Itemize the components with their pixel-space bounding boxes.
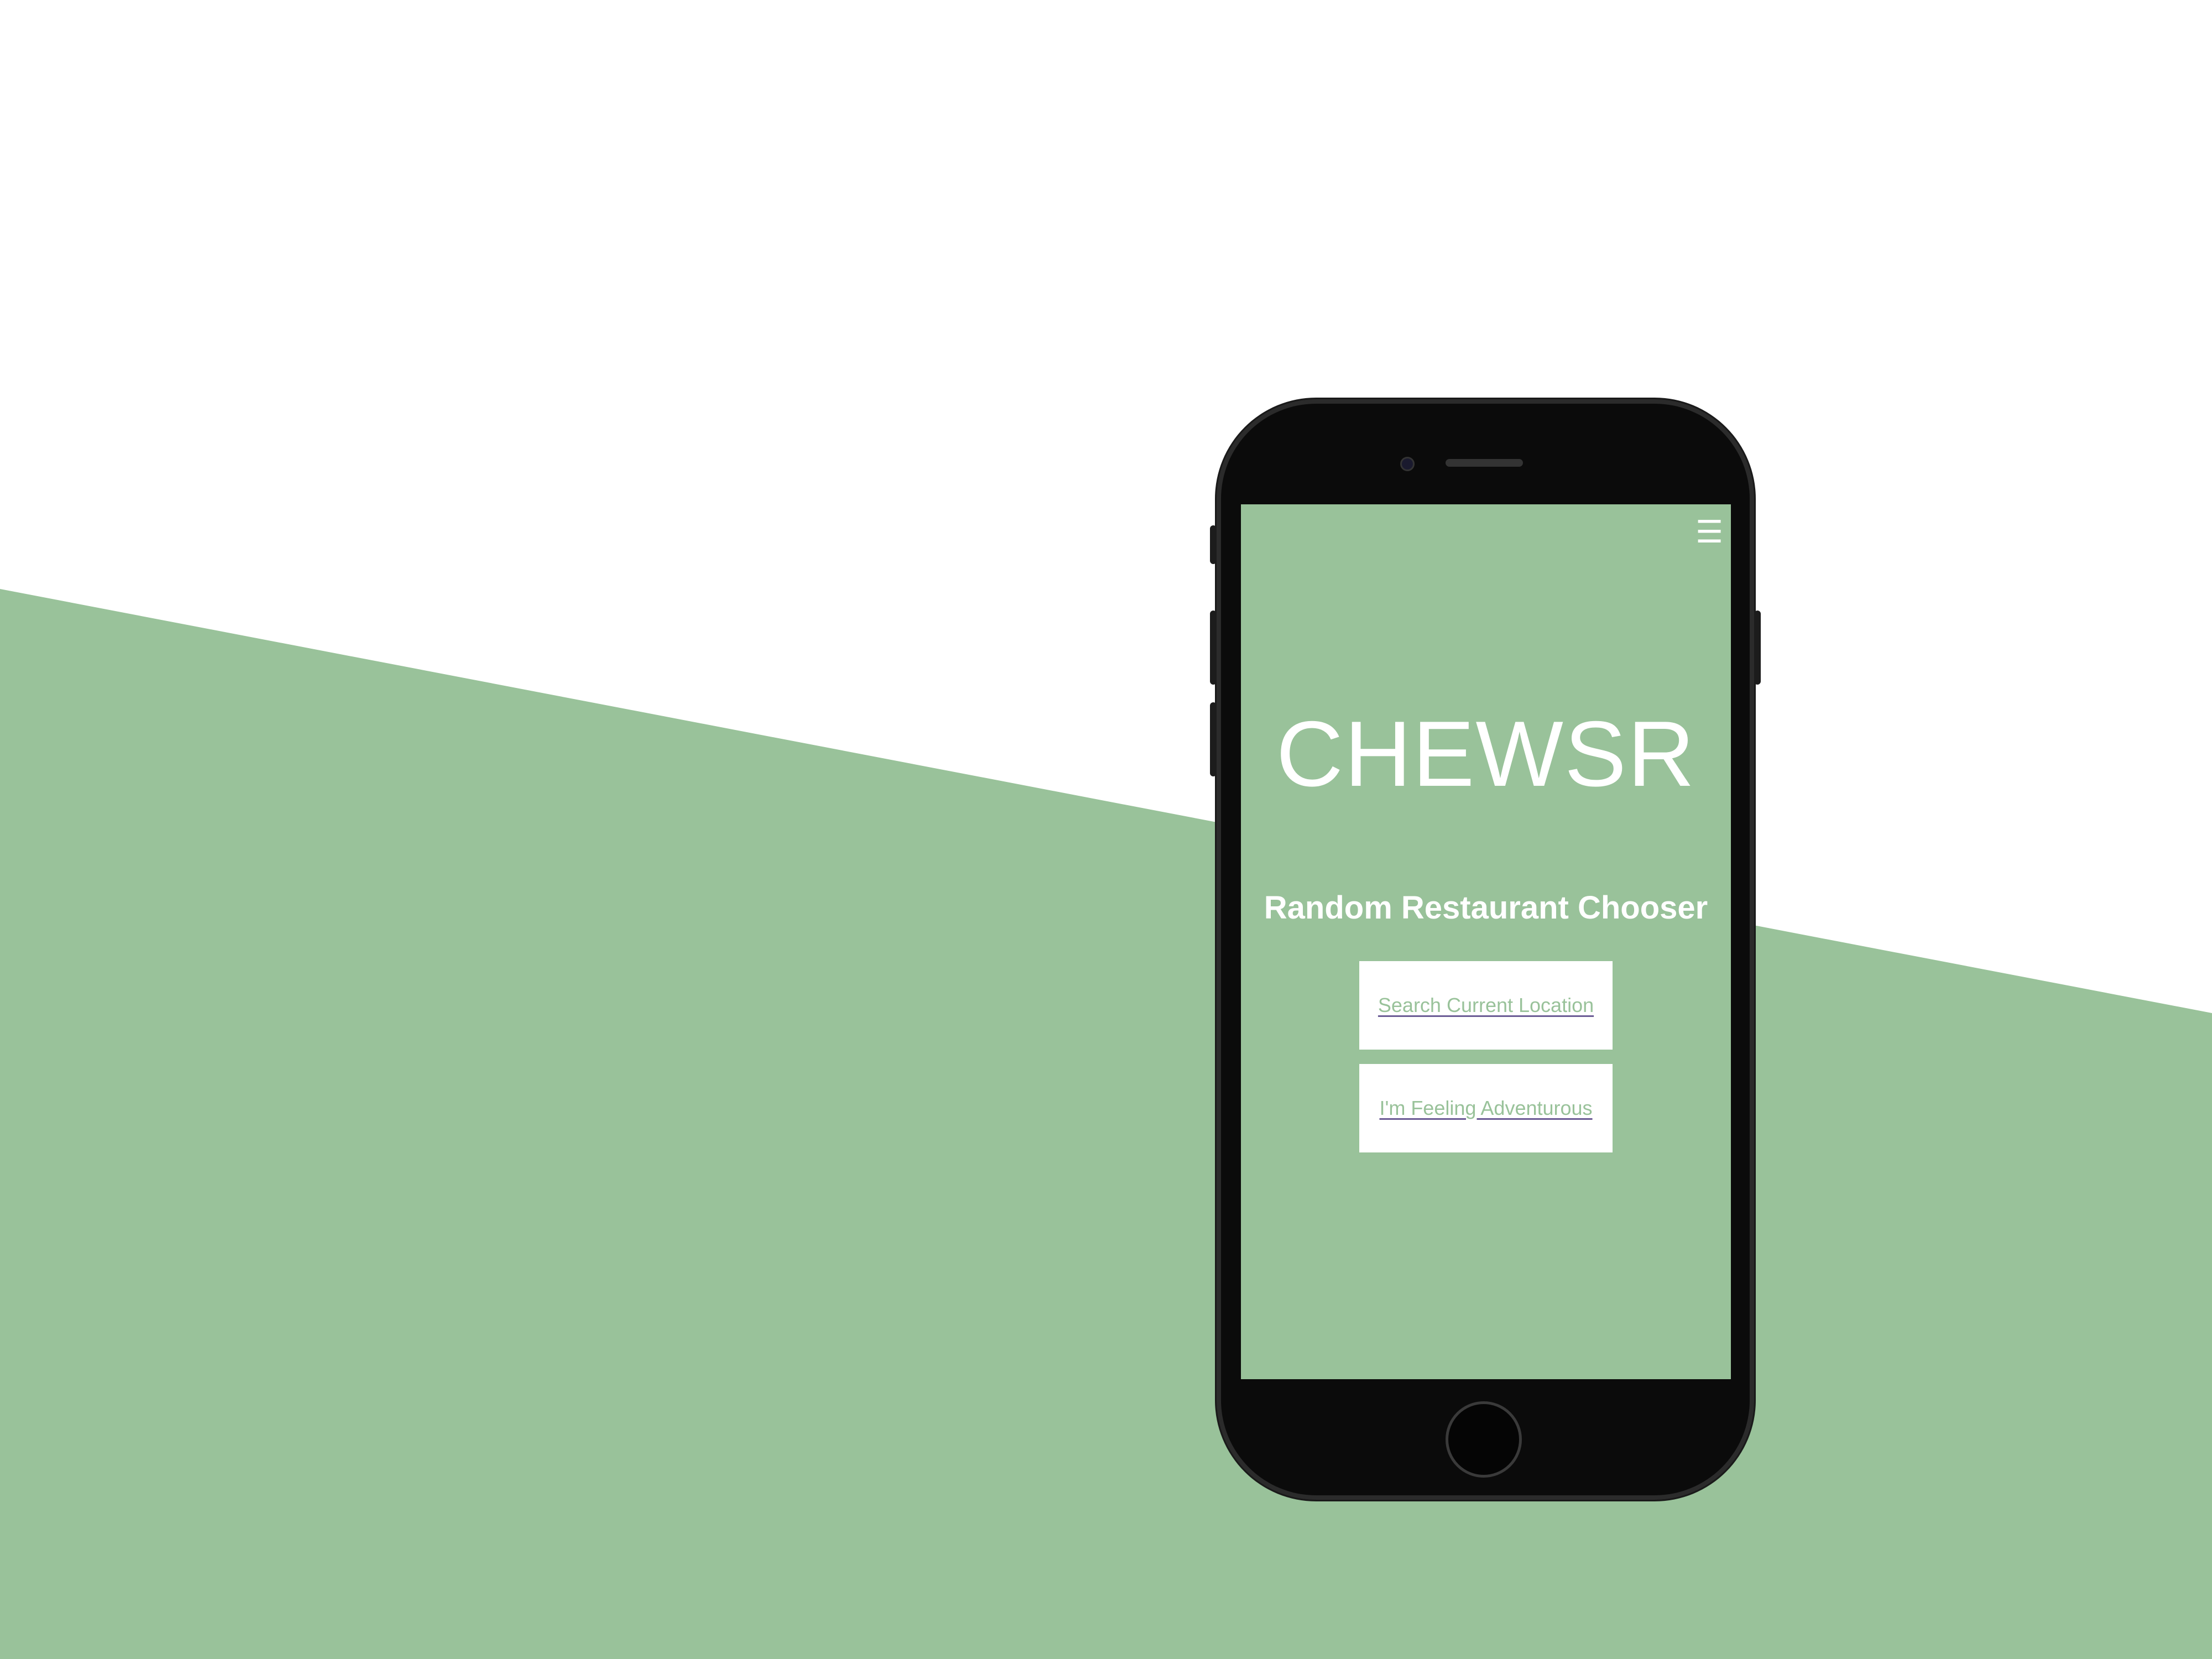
home-button[interactable]	[1446, 1401, 1522, 1478]
search-current-location-button[interactable]: Search Current Location	[1359, 961, 1613, 1050]
phone-mockup: ☰ CHEWSR Random Restaurant Chooser Searc…	[1210, 399, 1761, 1500]
front-camera-icon	[1400, 457, 1415, 471]
search-current-location-label: Search Current Location	[1378, 994, 1594, 1016]
feeling-adventurous-label: I'm Feeling Adventurous	[1379, 1097, 1593, 1119]
phone-volume-down	[1210, 702, 1217, 776]
app-title: CHEWSR	[1276, 702, 1696, 806]
feeling-adventurous-button[interactable]: I'm Feeling Adventurous	[1359, 1064, 1613, 1152]
earpiece-speaker	[1446, 459, 1523, 467]
phone-mute-switch	[1210, 525, 1217, 564]
app-subtitle: Random Restaurant Chooser	[1264, 890, 1708, 926]
phone-power-button	[1754, 611, 1761, 685]
app-screen: ☰ CHEWSR Random Restaurant Chooser Searc…	[1241, 504, 1731, 1379]
background-diagonal-split	[0, 0, 2212, 1659]
phone-volume-up	[1210, 611, 1217, 685]
hamburger-menu-icon[interactable]: ☰	[1695, 517, 1723, 548]
